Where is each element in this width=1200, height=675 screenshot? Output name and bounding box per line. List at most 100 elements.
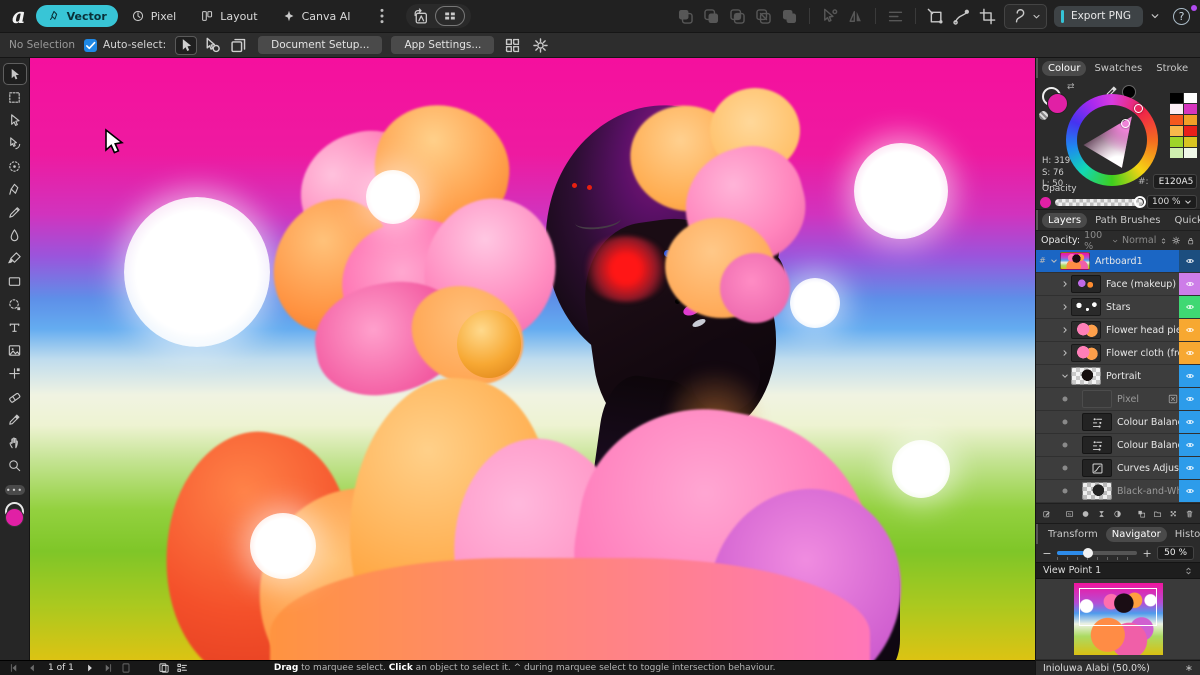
- chevron-down-icon[interactable]: [1049, 257, 1059, 265]
- layer-visibility-tag[interactable]: [1179, 411, 1200, 433]
- chevron-right-icon[interactable]: [1060, 326, 1070, 334]
- blend-mode-value[interactable]: Normal: [1122, 235, 1156, 246]
- layer-visibility-tag[interactable]: [1179, 296, 1200, 318]
- node-tool[interactable]: [3, 109, 27, 131]
- more-tools-button[interactable]: •••: [4, 485, 25, 495]
- colour-well[interactable]: [3, 502, 27, 528]
- app-settings-button[interactable]: App Settings...: [391, 36, 495, 54]
- layer-visibility-tag[interactable]: [1179, 434, 1200, 456]
- layer-visibility-tag[interactable]: [1179, 388, 1200, 410]
- opacity-value-dropdown[interactable]: 100 %: [1147, 195, 1197, 209]
- page-thumb-icon[interactable]: [120, 662, 132, 674]
- next-page-icon[interactable]: [84, 662, 96, 674]
- persona-tab-layout[interactable]: Layout: [189, 5, 268, 27]
- export-png-button[interactable]: Export PNG: [1053, 5, 1143, 27]
- navigator-preview[interactable]: [1036, 579, 1200, 659]
- swatch[interactable]: [1170, 104, 1183, 114]
- swatch[interactable]: [1184, 148, 1197, 158]
- zoom-tool[interactable]: [3, 454, 27, 476]
- studio-layout-icon[interactable]: [434, 6, 465, 26]
- move-tool-icon[interactable]: [175, 35, 198, 55]
- mask-layer-icon[interactable]: [1081, 507, 1090, 521]
- export-dropdown-icon[interactable]: [1150, 11, 1160, 21]
- transform-mode-icon[interactable]: [926, 7, 945, 26]
- crop-view-icon[interactable]: [978, 7, 997, 26]
- swatch[interactable]: [1184, 126, 1197, 136]
- layer-row-colour-balance-adjustmen[interactable]: Colour Balance Adjustmen: [1036, 411, 1200, 433]
- swatch[interactable]: [1170, 115, 1183, 125]
- insert-inside-icon[interactable]: [1137, 507, 1146, 521]
- chevron-right-icon[interactable]: [1060, 349, 1070, 357]
- layer-row-black-and-white-portrai-[interactable]: Black-and-White Portrai...: [1036, 480, 1200, 502]
- swatch[interactable]: [1184, 115, 1197, 125]
- swatch[interactable]: [1170, 93, 1183, 103]
- first-page-icon[interactable]: [8, 662, 20, 674]
- edit-layer-icon[interactable]: [1042, 507, 1051, 521]
- auto-select-control[interactable]: Auto-select:: [84, 38, 166, 52]
- layer-visibility-tag[interactable]: [1179, 480, 1200, 502]
- lock-icon[interactable]: [1186, 235, 1195, 247]
- zoom-slider-knob[interactable]: [1082, 548, 1093, 558]
- tab-quick-fx[interactable]: Quick FX: [1168, 213, 1200, 228]
- artistic-text-tool[interactable]: [3, 316, 27, 338]
- swatch[interactable]: [1184, 93, 1197, 103]
- layer-visibility-tag[interactable]: [1179, 250, 1200, 272]
- layer-row-stars[interactable]: Stars: [1036, 296, 1200, 318]
- tab-colour[interactable]: Colour: [1042, 60, 1087, 76]
- margins-icon[interactable]: [503, 36, 522, 55]
- swatch[interactable]: [1184, 137, 1197, 147]
- layer-row-curves-adjustment[interactable]: Curves Adjustment: [1036, 457, 1200, 479]
- layer-row-flower-cloth-front-[interactable]: Flower cloth (front): [1036, 342, 1200, 364]
- help-button[interactable]: ?: [1173, 7, 1190, 25]
- swap-colours-icon[interactable]: ⇄: [1067, 82, 1075, 92]
- artboard-tool[interactable]: [3, 86, 27, 108]
- persona-tab-pixel[interactable]: Pixel: [120, 5, 187, 27]
- tab-path-brushes[interactable]: Path Brushes: [1089, 213, 1166, 228]
- move-tool[interactable]: [2, 63, 27, 85]
- marquee-tool[interactable]: [3, 293, 27, 315]
- persona-tab-canva-ai[interactable]: Canva AI: [271, 5, 362, 27]
- mesh-warp-tool[interactable]: [3, 362, 27, 384]
- group-layers-icon[interactable]: [1153, 507, 1162, 521]
- rectangle-tool[interactable]: [3, 270, 27, 292]
- opacity-knob[interactable]: [1134, 196, 1146, 208]
- chevron-down-icon[interactable]: [1112, 237, 1118, 245]
- layer-visibility-tag[interactable]: [1179, 342, 1200, 364]
- pixel-layer-icon[interactable]: [1169, 507, 1178, 521]
- zoom-value[interactable]: 50 %: [1157, 546, 1194, 560]
- swatch[interactable]: [1184, 104, 1197, 114]
- fill-colour-circle[interactable]: [1047, 93, 1068, 114]
- vector-brush-tool[interactable]: [3, 224, 27, 246]
- text-style-badge-icon[interactable]: [412, 7, 429, 25]
- paint-brush-tool[interactable]: [3, 247, 27, 269]
- document-canvas[interactable]: [30, 58, 1035, 660]
- layer-visibility-tag[interactable]: [1179, 365, 1200, 387]
- affinity-logo[interactable]: a: [12, 3, 26, 28]
- persona-tab-vector[interactable]: Vector: [35, 5, 118, 27]
- live-filter-icon[interactable]: [1113, 507, 1122, 521]
- no-colour-swatch[interactable]: [1039, 111, 1048, 120]
- view-tool[interactable]: [3, 431, 27, 453]
- layer-row-face-makeup-[interactable]: Face (makeup): [1036, 273, 1200, 295]
- navigator-viewport-rect[interactable]: [1079, 588, 1157, 626]
- last-page-icon[interactable]: [102, 662, 114, 674]
- tab-navigator[interactable]: Navigator: [1105, 526, 1167, 542]
- zoom-slider[interactable]: [1057, 548, 1138, 560]
- document-setup-button[interactable]: Document Setup...: [258, 36, 383, 54]
- pen-tool[interactable]: [3, 178, 27, 200]
- view-point-row[interactable]: View Point 1: [1036, 562, 1200, 579]
- tab-transform[interactable]: Transform: [1042, 527, 1104, 542]
- layer-row-colour-balance-adjustmen[interactable]: Colour Balance Adjustmen: [1036, 434, 1200, 456]
- tab-stroke[interactable]: Stroke: [1150, 61, 1194, 76]
- zoom-in-button[interactable]: +: [1142, 547, 1152, 560]
- layer-visibility-tag[interactable]: [1179, 457, 1200, 479]
- tab-history[interactable]: History: [1169, 527, 1200, 542]
- stepper-icon[interactable]: [1160, 235, 1167, 247]
- swatch[interactable]: [1170, 148, 1183, 158]
- pencil-tool[interactable]: [3, 201, 27, 223]
- adjustment-layer-icon[interactable]: [1097, 507, 1106, 521]
- layer-row-pixel[interactable]: Pixel: [1036, 388, 1200, 410]
- stepper-icon[interactable]: [1184, 565, 1193, 577]
- select-behind-icon[interactable]: [201, 36, 223, 55]
- layer-row-artboard1[interactable]: # Artboard1: [1036, 250, 1200, 272]
